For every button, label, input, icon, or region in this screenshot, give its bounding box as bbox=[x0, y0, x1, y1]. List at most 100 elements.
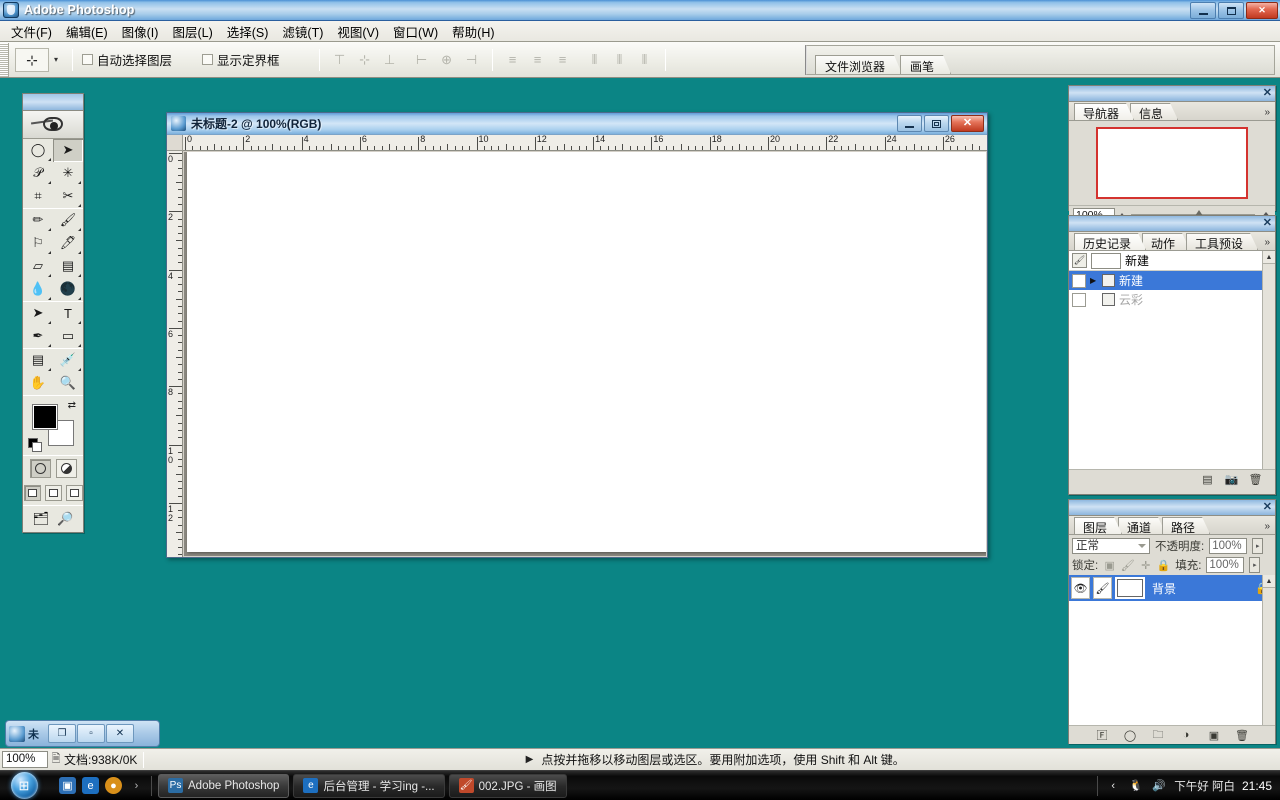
opacity-stepper-icon[interactable]: ▸ bbox=[1252, 538, 1263, 554]
history-scroll-up-icon[interactable]: ▲ bbox=[1263, 251, 1275, 264]
vertical-ruler[interactable]: 024681012 bbox=[167, 151, 183, 557]
lock-position-icon[interactable]: ✛ bbox=[1139, 559, 1152, 572]
layers-scroll-up-icon[interactable]: ▲ bbox=[1263, 575, 1275, 588]
app-maximize-button[interactable] bbox=[1218, 2, 1244, 19]
menu-select[interactable]: 选择(S) bbox=[220, 20, 276, 43]
status-zoom-input[interactable]: 100% bbox=[2, 751, 48, 768]
notes-tool[interactable]: ▤ bbox=[23, 349, 53, 372]
tab-history[interactable]: 历史记录 bbox=[1074, 233, 1146, 250]
align-vertical-centers-button[interactable]: ⊹ bbox=[354, 49, 376, 71]
history-brush-tool[interactable]: 🖊 bbox=[53, 232, 83, 255]
blur-tool[interactable]: 💧 bbox=[23, 278, 53, 301]
tab-navigator[interactable]: 导航器 bbox=[1074, 103, 1134, 120]
palette-well-tab-brushes[interactable]: 画笔 bbox=[900, 55, 951, 74]
slice-tool[interactable]: ✂ bbox=[53, 185, 83, 208]
full-screen-mode-button[interactable] bbox=[66, 485, 83, 501]
status-document-info[interactable]: 文档:938K/0K bbox=[64, 751, 137, 768]
document-close-button[interactable]: ✕ bbox=[951, 115, 984, 132]
distribute-left-edges-button[interactable]: ⦀ bbox=[584, 49, 606, 71]
tool-preset-chevron-down-icon[interactable]: ▾ bbox=[49, 48, 63, 72]
magic-wand-tool[interactable]: ✳ bbox=[53, 162, 83, 185]
taskbar-button-photoshop[interactable]: Ps Adobe Photoshop bbox=[158, 774, 289, 798]
tray-clock[interactable]: 21:45 bbox=[1242, 779, 1272, 793]
qq-penguin-icon[interactable]: 🐧 bbox=[1128, 778, 1144, 794]
lasso-tool[interactable]: 𝒫 bbox=[23, 162, 53, 185]
jump-to-browser-icon[interactable]: 🔎 bbox=[57, 511, 73, 527]
palette-well-tab-file-browser[interactable]: 文件浏览器 bbox=[815, 55, 902, 74]
full-screen-with-menubar-button[interactable] bbox=[45, 485, 62, 501]
history-snapshot-row[interactable]: 🖌 新建 bbox=[1069, 251, 1275, 271]
current-tool-preview[interactable]: ⊹ bbox=[15, 48, 49, 72]
show-bounding-box-checkbox[interactable]: 显示定界框 bbox=[202, 50, 280, 69]
distribute-top-edges-button[interactable]: ≡ bbox=[502, 49, 524, 71]
document-restore-button[interactable] bbox=[924, 115, 949, 132]
auto-select-layer-checkbox[interactable]: 自动选择图层 bbox=[82, 50, 172, 69]
image-canvas[interactable] bbox=[187, 152, 986, 552]
horizontal-ruler[interactable]: 02468101214161820222426 bbox=[183, 135, 987, 151]
layers-list[interactable]: 👁 🖌 背景 🔒 ▲ bbox=[1069, 575, 1275, 725]
dodge-tool[interactable]: 🌑 bbox=[53, 278, 83, 301]
history-panel-menu-icon[interactable]: » bbox=[1264, 237, 1270, 248]
taskbar-button-paint[interactable]: 🖌 002.JPG - 画图 bbox=[449, 774, 567, 798]
start-button[interactable]: ⊞ bbox=[1, 772, 47, 800]
new-group-icon[interactable]: 🗀 bbox=[1151, 728, 1166, 742]
tray-expand-icon[interactable]: ‹ bbox=[1105, 778, 1121, 794]
taskbar-button-browser[interactable]: e 后台管理 - 学习ing -... bbox=[293, 774, 444, 798]
history-panel-titlebar[interactable]: ✕ bbox=[1069, 216, 1275, 232]
zoom-tool[interactable]: 🔍 bbox=[53, 372, 83, 395]
distribute-horizontal-centers-button[interactable]: ⦀ bbox=[609, 49, 631, 71]
document-minimize-button[interactable] bbox=[897, 115, 922, 132]
menu-layer[interactable]: 图层(L) bbox=[165, 20, 219, 43]
distribute-vertical-centers-button[interactable]: ≡ bbox=[527, 49, 549, 71]
menu-filter[interactable]: 滤镜(T) bbox=[275, 20, 330, 43]
history-brush-source-box-2[interactable] bbox=[1072, 293, 1086, 307]
menu-window[interactable]: 窗口(W) bbox=[386, 20, 445, 43]
fill-value[interactable]: 100% bbox=[1206, 557, 1244, 573]
layer-visibility-eye-icon[interactable]: 👁 bbox=[1071, 577, 1090, 599]
eraser-tool[interactable]: ▱ bbox=[23, 255, 53, 278]
align-bottom-edges-button[interactable]: ⊥ bbox=[379, 49, 401, 71]
crop-tool[interactable]: ⌗ bbox=[23, 185, 53, 208]
default-colors-icon[interactable] bbox=[28, 438, 40, 450]
lock-image-icon[interactable]: 🖌 bbox=[1121, 559, 1134, 572]
layer-row-background[interactable]: 👁 🖌 背景 🔒 bbox=[1069, 575, 1275, 601]
lock-transparency-icon[interactable]: ▣ bbox=[1103, 559, 1116, 572]
fill-stepper-icon[interactable]: ▸ bbox=[1249, 557, 1260, 573]
app-minimize-button[interactable] bbox=[1190, 2, 1216, 19]
delete-layer-icon[interactable]: 🗑 bbox=[1235, 728, 1250, 742]
show-desktop-icon[interactable]: ▣ bbox=[59, 777, 76, 794]
layer-style-icon[interactable]: 🄵 bbox=[1095, 728, 1110, 742]
ruler-corner[interactable] bbox=[167, 135, 183, 151]
swap-colors-icon[interactable]: ⇄ bbox=[68, 400, 76, 411]
jump-to-imageready-icon[interactable]: 🗂 bbox=[33, 511, 50, 527]
navigator-close-icon[interactable]: ✕ bbox=[1263, 87, 1272, 100]
menu-view[interactable]: 视图(V) bbox=[330, 20, 386, 43]
navigator-panel-menu-icon[interactable]: » bbox=[1264, 107, 1270, 118]
menu-image[interactable]: 图像(I) bbox=[115, 20, 166, 43]
hand-tool[interactable]: ✋ bbox=[23, 372, 53, 395]
tab-layers[interactable]: 图层 bbox=[1074, 517, 1122, 534]
align-horizontal-centers-button[interactable]: ⊕ bbox=[436, 49, 458, 71]
lock-all-icon[interactable]: 🔒 bbox=[1157, 559, 1170, 572]
delete-state-icon[interactable]: 🗑 bbox=[1248, 473, 1263, 487]
standard-mask-mode-button[interactable] bbox=[30, 459, 51, 478]
new-adjustment-layer-icon[interactable]: ◑ bbox=[1179, 728, 1194, 742]
volume-icon[interactable]: 🔊 bbox=[1151, 778, 1167, 794]
align-right-edges-button[interactable]: ⊣ bbox=[461, 49, 483, 71]
gradient-tool[interactable]: ▤ bbox=[53, 255, 83, 278]
new-document-from-state-icon[interactable]: ▤ bbox=[1200, 473, 1215, 487]
menu-file[interactable]: 文件(F) bbox=[4, 20, 59, 43]
navigator-thumbnail-area[interactable] bbox=[1069, 121, 1275, 205]
minimized-minimize-button[interactable]: ▫ bbox=[77, 724, 105, 743]
canvas-scroll-area[interactable] bbox=[184, 152, 986, 556]
history-scrollbar[interactable]: ▲ bbox=[1262, 251, 1275, 469]
tab-paths[interactable]: 路径 bbox=[1162, 517, 1210, 534]
standard-screen-mode-button[interactable] bbox=[24, 485, 41, 501]
quick-mask-mode-button[interactable] bbox=[56, 459, 77, 478]
history-brush-source-box[interactable] bbox=[1072, 274, 1086, 288]
tab-actions[interactable]: 动作 bbox=[1142, 233, 1190, 250]
align-left-edges-button[interactable]: ⊢ bbox=[411, 49, 433, 71]
foreground-color-swatch[interactable] bbox=[32, 404, 58, 430]
options-bar-grip[interactable] bbox=[0, 43, 9, 77]
history-states-list[interactable]: 🖌 新建 ▶ 新建 云彩 ▲ bbox=[1069, 251, 1275, 469]
